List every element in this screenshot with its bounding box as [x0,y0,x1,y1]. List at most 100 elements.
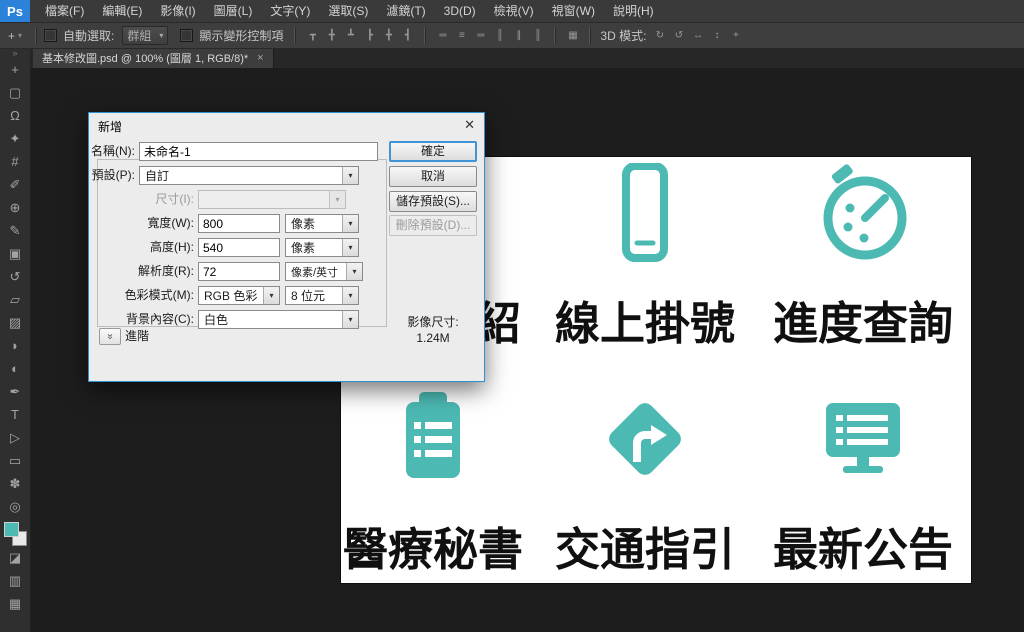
distribute-left-edges-icon[interactable]: ║ [491,27,508,44]
separator [35,27,38,44]
3d-rotate-icon[interactable]: ↻ [651,27,668,44]
collapse-panel-icon[interactable]: » [12,48,17,58]
move-tool[interactable]: + [0,58,30,81]
clone-stamp-tool[interactable]: ▣ [0,242,30,265]
color-mode-dropdown[interactable]: RGB 色彩 ▾ [198,286,280,305]
menu-item-8[interactable]: 檢視(V) [485,0,543,22]
quick-selection-tool[interactable]: ✦ [0,127,30,150]
auto-select-dropdown[interactable]: 群組 ▾ [122,26,169,45]
dropdown-arrow-icon: ▾ [342,287,358,304]
auto-select-value: 群組 [127,29,152,43]
resolution-label: 解析度(R): [138,264,194,278]
align-top-edges-icon[interactable]: ┳ [304,27,321,44]
hand-tool[interactable]: ✽ [0,472,30,495]
ok-button[interactable]: 確定 [389,141,477,162]
3d-drag-icon[interactable]: ↔ [689,27,706,44]
color-swatches[interactable] [4,522,27,546]
marquee-tool[interactable]: ▢ [0,81,30,104]
resolution-unit-dropdown[interactable]: 像素/英寸 ▾ [285,262,363,281]
menu-item-0[interactable]: 檔案(F) [36,0,93,22]
width-unit-value: 像素 [291,217,316,231]
blur-tool[interactable]: ◗ [0,334,30,357]
dodge-tool[interactable]: ◐ [0,357,30,380]
crop-tool[interactable]: # [0,150,30,173]
preset-dropdown[interactable]: 自訂 ▾ [139,166,359,185]
screen-mode-icon[interactable]: ▥ [0,569,30,592]
gradient-tool[interactable]: ▨ [0,311,30,334]
name-input[interactable] [139,142,378,161]
document-tab-bar: 基本修改圖.psd @ 100% (圖層 1, RGB/8)* × [30,48,1024,68]
height-input[interactable] [198,238,280,257]
menu-item-6[interactable]: 濾鏡(T) [377,0,434,22]
pen-tool[interactable]: ✒ [0,380,30,403]
path-selection-tool[interactable]: ▷ [0,426,30,449]
tool-bottom-icons: ◪ ▥ ▦ [0,546,30,615]
healing-brush-tool[interactable]: ⊕ [0,196,30,219]
3d-slide-icon[interactable]: ↕ [708,27,725,44]
size-dropdown: ▾ [198,190,346,209]
distribute-vertical-centers-icon[interactable]: ≡ [453,27,470,44]
height-unit-dropdown[interactable]: 像素 ▾ [285,238,359,257]
align-horizontal-centers-icon[interactable]: ╋ [380,27,397,44]
show-transform-label: 顯示變形控制項 [199,29,284,43]
document-tab[interactable]: 基本修改圖.psd @ 100% (圖層 1, RGB/8)* × [33,48,274,68]
tool-preset-picker[interactable]: + ▾ [8,29,22,43]
dropdown-arrow-icon: ▾ [342,239,358,256]
menu-item-7[interactable]: 3D(D) [435,0,485,22]
distribute-right-edges-icon[interactable]: ║ [529,27,546,44]
preset-label: 預設(P): [91,168,135,182]
color-mode-label: 色彩模式(M): [124,288,194,302]
edit-toolbar-icon[interactable]: ▦ [0,592,30,615]
menu-item-3[interactable]: 圖層(L) [205,0,262,22]
zoom-tool[interactable]: ◎ [0,495,30,518]
width-input[interactable] [198,214,280,233]
advanced-toggle-button[interactable]: » [99,328,121,345]
bit-depth-dropdown[interactable]: 8 位元 ▾ [285,286,359,305]
cancel-button[interactable]: 取消 [389,166,477,187]
photoshop-logo: Ps [0,0,30,22]
name-label: 名稱(N): [91,144,135,158]
lasso-tool[interactable]: Ω [0,104,30,127]
distribute-bottom-edges-icon[interactable]: ═ [472,27,489,44]
distribute-horizontal-centers-icon[interactable]: ∥ [510,27,527,44]
show-transform-checkbox[interactable] [180,29,194,42]
menu-item-9[interactable]: 視窗(W) [543,0,604,22]
align-vertical-centers-icon[interactable]: ╋ [323,27,340,44]
eyedropper-tool[interactable]: ✐ [0,173,30,196]
background-contents-dropdown[interactable]: 白色 ▾ [198,310,359,329]
save-preset-button[interactable]: 儲存預設(S)... [389,191,477,212]
3d-roll-icon[interactable]: ↺ [670,27,687,44]
distribute-top-edges-icon[interactable]: ═ [434,27,451,44]
timer-icon [813,163,913,263]
align-bottom-edges-icon[interactable]: ┻ [342,27,359,44]
width-unit-dropdown[interactable]: 像素 ▾ [285,214,359,233]
dropdown-arrow-icon: ▾ [342,215,358,232]
auto-align-layers-icon[interactable]: ▦ [564,27,581,44]
grid-cell-sign: 交通指引 [545,389,745,572]
menu-item-10[interactable]: 說明(H) [604,0,663,22]
3d-scale-icon[interactable]: + [727,27,744,44]
grid-cell-monitor: 最新公告 [763,389,963,572]
menu-item-5[interactable]: 選取(S) [319,0,377,22]
image-size-label: 影像尺寸: [407,315,459,329]
align-right-edges-icon[interactable]: ┫ [399,27,416,44]
tab-close-icon[interactable]: × [257,52,263,64]
align-left-edges-icon[interactable]: ┣ [361,27,378,44]
menu-item-4[interactable]: 文字(Y) [261,0,319,22]
show-transform-group: 顯示變形控制項 [180,27,287,44]
shape-tool[interactable]: ▭ [0,449,30,472]
history-brush-tool[interactable]: ↺ [0,265,30,288]
menu-item-1[interactable]: 編輯(E) [93,0,151,22]
auto-select-checkbox[interactable] [44,29,58,42]
dropdown-arrow-icon: ▾ [263,287,279,304]
foreground-color-swatch[interactable] [4,522,19,537]
type-tool[interactable]: T [0,403,30,426]
quick-mask-icon[interactable]: ◪ [0,546,30,569]
cell-label: 進度查詢 [772,297,953,350]
eraser-tool[interactable]: ▱ [0,288,30,311]
cell-label: 醫療秘書 [342,523,523,576]
dialog-close-icon[interactable]: ✕ [464,117,475,133]
menu-item-2[interactable]: 影像(I) [151,0,204,22]
brush-tool[interactable]: ✎ [0,219,30,242]
resolution-input[interactable] [198,262,280,281]
